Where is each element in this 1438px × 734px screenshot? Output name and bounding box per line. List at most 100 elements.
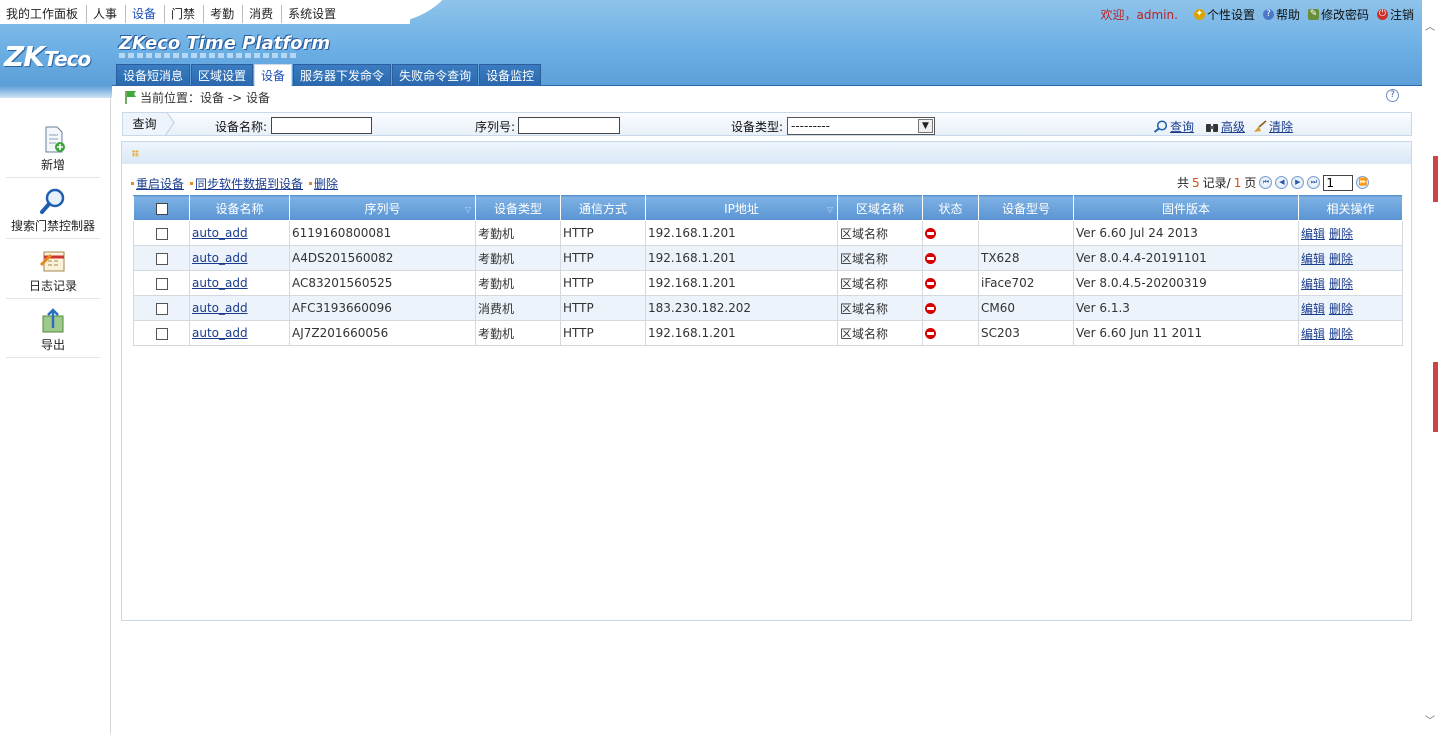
- row-select-cell[interactable]: [133, 320, 190, 346]
- device-name-cell: auto_add: [189, 320, 290, 346]
- serial-input[interactable]: [518, 117, 620, 134]
- help-link[interactable]: ? 帮助: [1262, 6, 1300, 23]
- serial-cell: A4DS201560082: [289, 245, 476, 271]
- go-page-icon[interactable]: ⏩: [1356, 176, 1370, 189]
- status-cell: [922, 270, 979, 296]
- status-cell: [922, 245, 979, 271]
- row-select-cell[interactable]: [133, 245, 190, 271]
- tab-device-sms[interactable]: 设备短消息: [116, 64, 191, 86]
- delete-link[interactable]: 删除: [1329, 252, 1353, 266]
- topnav-personnel[interactable]: 人事: [87, 5, 127, 23]
- device-name-link[interactable]: auto_add: [192, 226, 248, 240]
- tab-failed-commands[interactable]: 失败命令查询: [392, 64, 479, 86]
- device-name-link[interactable]: auto_add: [192, 326, 248, 340]
- row-checkbox[interactable]: [155, 302, 168, 315]
- delete-link[interactable]: 删除: [1329, 227, 1353, 241]
- firmware-cell: Ver 8.0.4.4-20191101: [1073, 245, 1299, 271]
- reboot-device-button[interactable]: 重启设备: [131, 175, 184, 192]
- prev-page-icon[interactable]: ◀: [1275, 176, 1289, 189]
- offline-status-icon: [925, 253, 936, 264]
- col-device-type[interactable]: 设备类型: [475, 195, 561, 221]
- topnav-access[interactable]: 门禁: [165, 5, 205, 23]
- tab-device[interactable]: 设备: [254, 64, 293, 86]
- col-status[interactable]: 状态: [922, 195, 979, 221]
- edit-link[interactable]: 编辑: [1301, 302, 1325, 316]
- clear-button[interactable]: 清除: [1252, 118, 1293, 135]
- personalize-link[interactable]: ✦ 个性设置: [1193, 6, 1255, 23]
- device-type-cell: 考勤机: [475, 270, 561, 296]
- col-area[interactable]: 区域名称: [837, 195, 923, 221]
- sidebar-search-controller[interactable]: 搜索门禁控制器: [6, 187, 100, 239]
- ip-cell: 192.168.1.201: [645, 320, 838, 346]
- grip-icon: [132, 150, 139, 157]
- row-select-cell[interactable]: [133, 295, 190, 321]
- first-page-icon[interactable]: ⏮: [1259, 176, 1273, 189]
- device-type-label: 设备类型:: [731, 120, 784, 134]
- row-checkbox[interactable]: [155, 327, 168, 340]
- tab-area-settings[interactable]: 区域设置: [191, 64, 254, 86]
- sidebar-export[interactable]: 导出: [6, 306, 100, 358]
- change-password-link[interactable]: ✎ 修改密码: [1307, 6, 1369, 23]
- select-all-checkbox[interactable]: [155, 202, 168, 215]
- row-select-cell[interactable]: [133, 270, 190, 296]
- device-name-input[interactable]: [271, 117, 372, 134]
- total-records: 5: [1192, 175, 1200, 190]
- row-checkbox[interactable]: [155, 277, 168, 290]
- magnifier-icon: [1153, 120, 1168, 133]
- row-checkbox[interactable]: [155, 252, 168, 265]
- col-ip[interactable]: IP地址 ▽: [645, 195, 838, 221]
- col-device-name[interactable]: 设备名称: [189, 195, 290, 221]
- top-nav: 我的工作面板 人事 设备 门禁 考勤 消费 系统设置: [0, 5, 344, 23]
- actions-cell: 编辑 删除: [1298, 295, 1403, 321]
- topnav-consumption[interactable]: 消费: [243, 5, 283, 23]
- tab-server-commands[interactable]: 服务器下发命令: [293, 64, 392, 86]
- personalize-icon: ✦: [1193, 9, 1205, 20]
- device-name-link[interactable]: auto_add: [192, 251, 248, 265]
- row-checkbox[interactable]: [155, 227, 168, 240]
- col-model[interactable]: 设备型号: [978, 195, 1074, 221]
- device-type-select[interactable]: --------- ▼: [787, 117, 935, 135]
- logout-link[interactable]: ⏻ 注销: [1376, 6, 1414, 23]
- sidebar: 新增 搜索门禁控制器 日志记录 导出: [0, 98, 111, 734]
- firmware-cell: Ver 6.1.3: [1073, 295, 1299, 321]
- model-cell: CM60: [978, 295, 1074, 321]
- offline-status-icon: [925, 278, 936, 289]
- page-number-input[interactable]: [1323, 174, 1354, 191]
- edit-link[interactable]: 编辑: [1301, 252, 1325, 266]
- advanced-button[interactable]: 高级: [1205, 118, 1245, 135]
- sidebar-add[interactable]: 新增: [6, 126, 100, 178]
- edit-link[interactable]: 编辑: [1301, 327, 1325, 341]
- tab-device-monitor[interactable]: 设备监控: [479, 64, 542, 86]
- col-comm-mode[interactable]: 通信方式: [560, 195, 646, 221]
- delete-link[interactable]: 删除: [1329, 277, 1353, 291]
- sidebar-log[interactable]: 日志记录: [6, 247, 100, 299]
- total-pages: 1: [1233, 175, 1242, 190]
- device-name-link[interactable]: auto_add: [192, 301, 248, 315]
- query-button[interactable]: 查询: [1153, 118, 1194, 135]
- sync-data-button[interactable]: 同步软件数据到设备: [190, 175, 303, 192]
- edit-link[interactable]: 编辑: [1301, 277, 1325, 291]
- select-all-cell[interactable]: [133, 195, 190, 221]
- topnav-workbench[interactable]: 我的工作面板: [0, 5, 88, 23]
- comm-mode-cell: HTTP: [560, 295, 646, 321]
- search-tag: 查询: [123, 113, 167, 135]
- delete-link[interactable]: 删除: [1329, 302, 1353, 316]
- topnav-attendance[interactable]: 考勤: [204, 5, 244, 23]
- actions-cell: 编辑 删除: [1298, 270, 1403, 296]
- last-page-icon[interactable]: ⏭: [1307, 176, 1321, 189]
- device-name-link[interactable]: auto_add: [192, 276, 248, 290]
- delete-link[interactable]: 删除: [1329, 327, 1353, 341]
- scroll-up-icon[interactable]: ︿: [1425, 18, 1435, 33]
- topnav-system-settings[interactable]: 系统设置: [282, 5, 344, 23]
- col-firmware[interactable]: 固件版本: [1073, 195, 1299, 221]
- topnav-device[interactable]: 设备: [126, 5, 166, 23]
- next-page-icon[interactable]: ▶: [1291, 176, 1305, 189]
- log-calendar-icon: [38, 247, 68, 275]
- col-serial[interactable]: 序列号 ▽: [289, 195, 476, 221]
- page-help-icon[interactable]: ?: [1386, 89, 1399, 102]
- row-select-cell[interactable]: [133, 220, 190, 246]
- scroll-down-icon[interactable]: ﹀: [1425, 712, 1435, 727]
- delete-button[interactable]: 删除: [309, 175, 338, 192]
- edit-link[interactable]: 编辑: [1301, 227, 1325, 241]
- breadcrumb: 当前位置：设备 -> 设备: [124, 89, 270, 105]
